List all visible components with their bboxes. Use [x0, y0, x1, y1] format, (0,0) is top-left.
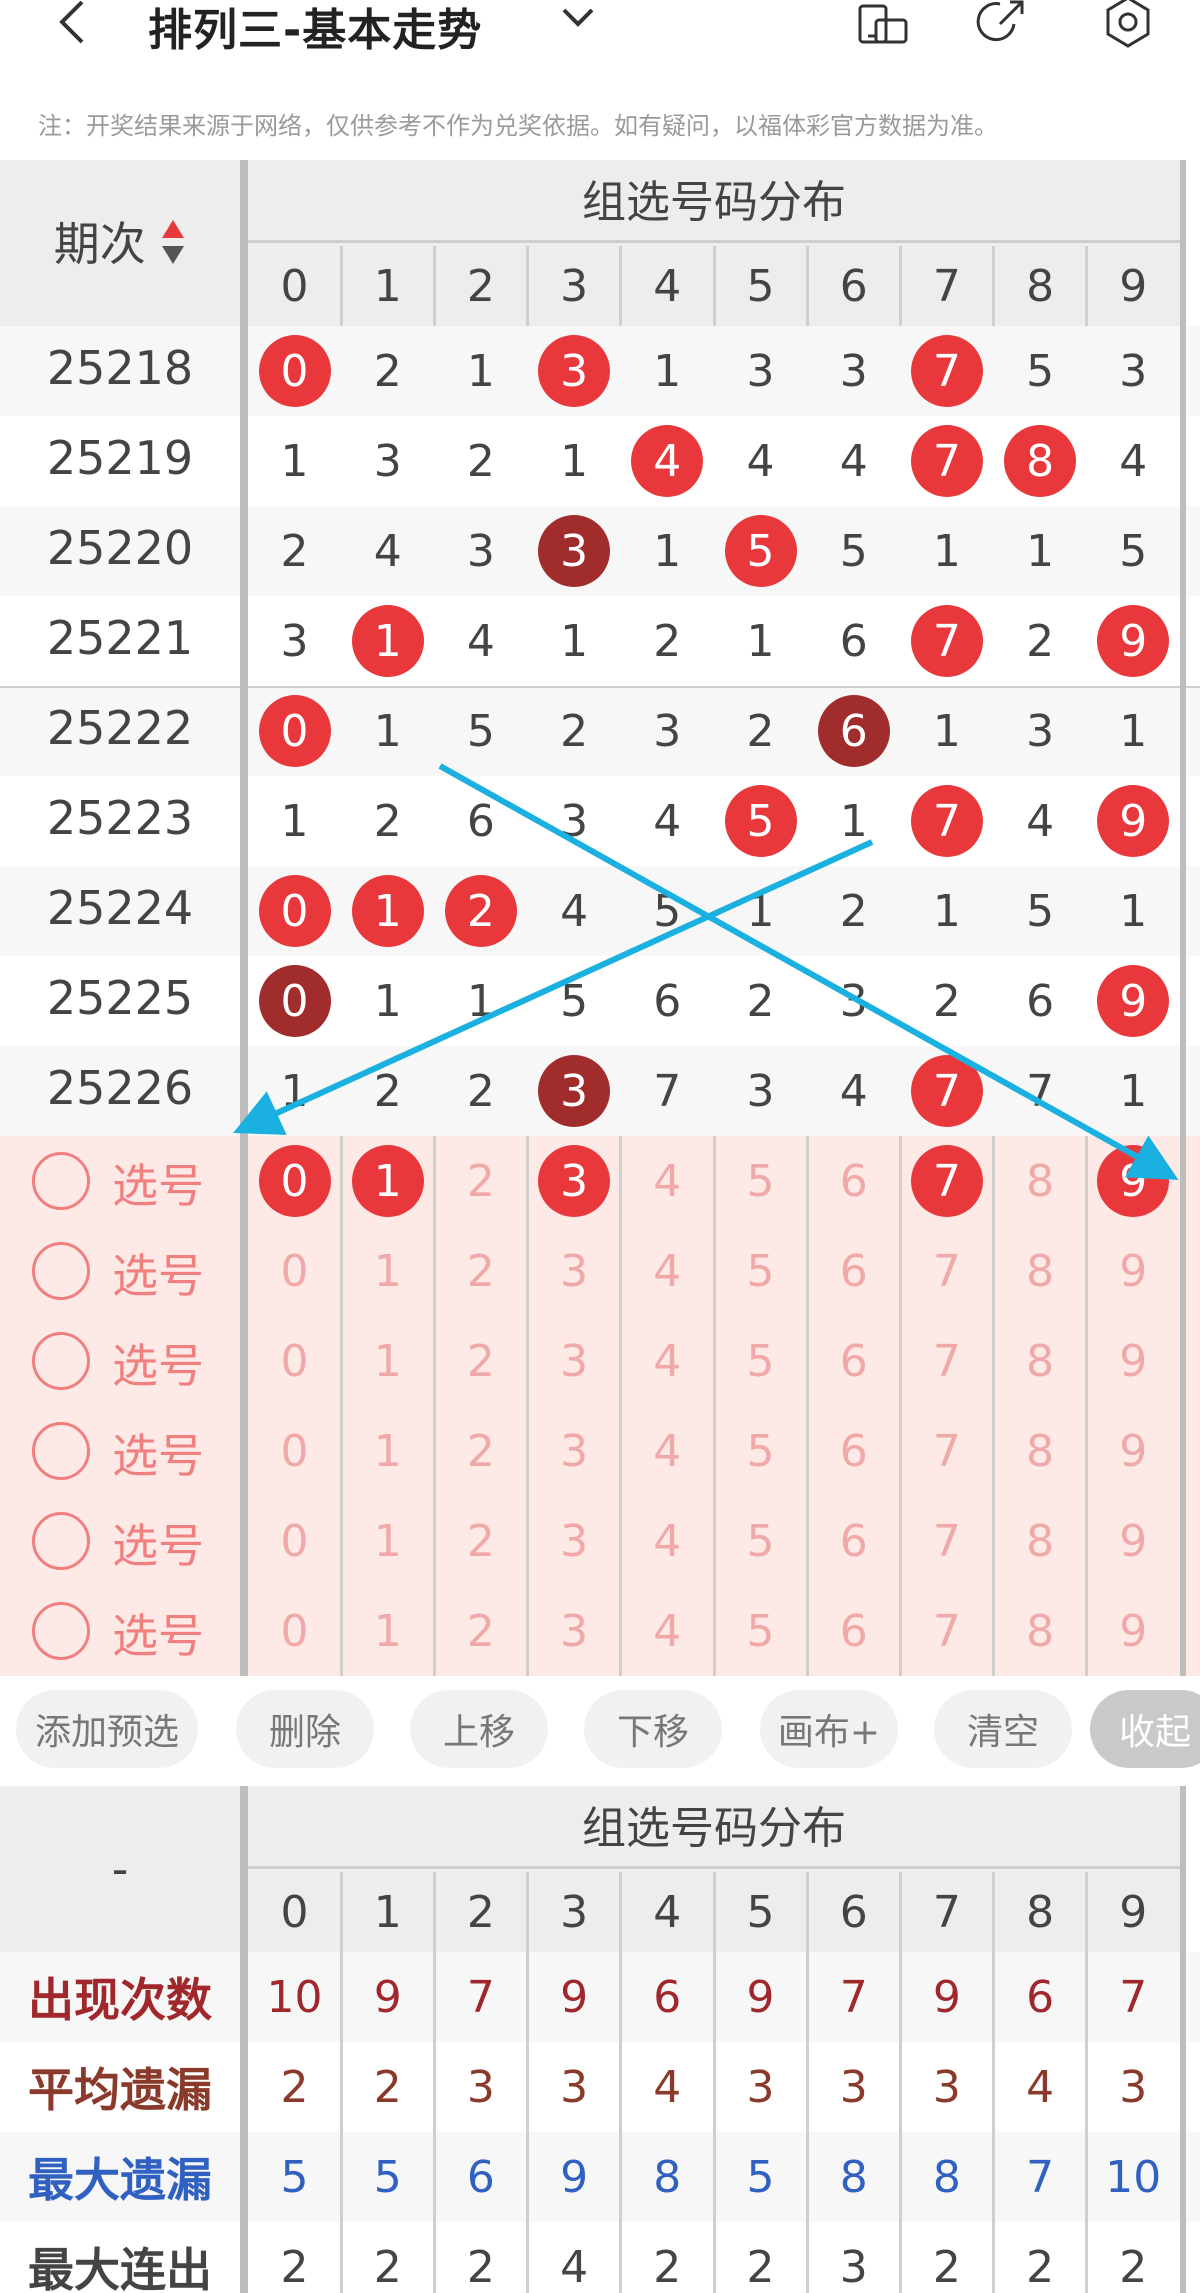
stats-column-digit: 6	[839, 1886, 868, 1938]
stats-column-digit: 7	[932, 1886, 961, 1938]
stats-column-digit: 1	[373, 1886, 402, 1938]
stats-value: 9	[560, 2151, 589, 2203]
arrow-line	[438, 763, 1179, 1180]
stats-value: 5	[280, 2151, 309, 2203]
stats-value: 10	[266, 1971, 323, 2023]
add-preselect-button[interactable]: 添加预选	[16, 1690, 198, 1768]
move-up-button[interactable]: 上移	[410, 1690, 548, 1768]
stats-value: 3	[839, 2061, 868, 2113]
stats-row-label: 最大连出	[28, 2243, 212, 2293]
stats-value: 3	[466, 2061, 495, 2113]
stats-value: 3	[839, 2241, 868, 2293]
stats-value: 4	[653, 2061, 682, 2113]
stats-value: 9	[746, 1971, 775, 2023]
stats-column-digit: 8	[1026, 1886, 1055, 1938]
stats-table: - 组选号码分布 0 1 2 3 4 5 6 7 8 9 出现次数 10 9 7 9 6 9 7 9 6 7 平均遗漏 2 2…	[0, 1786, 1200, 2293]
stats-value: 9	[932, 1971, 961, 2023]
phone-landscape-icon[interactable]	[856, 0, 912, 50]
back-arrow-icon[interactable]	[52, 0, 92, 44]
stats-value: 6	[653, 1971, 682, 2023]
stats-value: 2	[280, 2061, 309, 2113]
stats-value: 2	[1119, 2241, 1148, 2293]
stats-value: 7	[466, 1971, 495, 2023]
stats-value: 7	[1026, 2151, 1055, 2203]
move-down-button[interactable]: 下移	[584, 1690, 722, 1768]
canvas-plus-button[interactable]: 画布+	[760, 1690, 898, 1768]
stats-value: 2	[466, 2241, 495, 2293]
action-bar: 添加预选 删除 上移 下移 画布+ 清空 收起	[0, 1676, 1200, 1786]
stats-column-digit: 4	[653, 1886, 682, 1938]
stats-value: 6	[1026, 1971, 1055, 2023]
clear-button[interactable]: 清空	[934, 1690, 1072, 1768]
stats-value: 9	[373, 1971, 402, 2023]
trend-table: 期次 组选号码分布 0 1 2 3 4 5 6 7 8 9 25218 0 2 1 3 1 3 3 7 5 3 25219…	[0, 160, 1200, 1676]
settings-icon[interactable]	[1100, 0, 1156, 50]
stats-column-digit: 0	[280, 1886, 309, 1938]
stats-value: 5	[746, 2151, 775, 2203]
delete-button[interactable]: 删除	[236, 1690, 374, 1768]
stats-value: 2	[280, 2241, 309, 2293]
stats-row-label: 出现次数	[28, 1973, 212, 2027]
stats-value: 2	[373, 2241, 402, 2293]
stats-column-digit: 3	[560, 1886, 589, 1938]
stats-value: 9	[560, 1971, 589, 2023]
stats-value: 10	[1105, 2151, 1162, 2203]
stats-value: 8	[839, 2151, 868, 2203]
stats-row-label: 平均遗漏	[28, 2063, 212, 2117]
stats-value: 3	[746, 2061, 775, 2113]
trend-annotation-arrows	[233, 763, 1179, 1180]
stats-value: 2	[1026, 2241, 1055, 2293]
stats-value: 6	[466, 2151, 495, 2203]
stats-value: 7	[839, 1971, 868, 2023]
chevron-down-icon[interactable]	[560, 4, 596, 32]
stats-value: 2	[653, 2241, 682, 2293]
stats-column-digit: 5	[746, 1886, 775, 1938]
top-bar: 排列三-基本走势	[0, 0, 1200, 80]
share-icon[interactable]	[974, 0, 1030, 50]
stats-value: 8	[932, 2151, 961, 2203]
stats-value: 3	[560, 2061, 589, 2113]
stats-value: 3	[932, 2061, 961, 2113]
stats-value: 5	[373, 2151, 402, 2203]
disclaimer-notice: 注：开奖结果来源于网络，仅供参考不作为兑奖依据。如有疑问，以福体彩官方数据为准。	[38, 112, 998, 140]
stats-value: 2	[932, 2241, 961, 2293]
stats-row-label: 最大遗漏	[28, 2153, 212, 2207]
stats-value: 4	[560, 2241, 589, 2293]
stats-value: 2	[746, 2241, 775, 2293]
stats-value: 2	[373, 2061, 402, 2113]
page-title[interactable]: 排列三-基本走势	[148, 0, 482, 58]
stats-value: 7	[1119, 1971, 1148, 2023]
stats-value: 4	[1026, 2061, 1055, 2113]
stats-value: 3	[1119, 2061, 1148, 2113]
stats-value: 8	[653, 2151, 682, 2203]
collapse-button[interactable]: 收起	[1090, 1690, 1200, 1768]
stats-column-digit: 9	[1119, 1886, 1148, 1938]
arrow-line	[233, 839, 874, 1135]
stats-column-digit: 2	[466, 1886, 495, 1938]
